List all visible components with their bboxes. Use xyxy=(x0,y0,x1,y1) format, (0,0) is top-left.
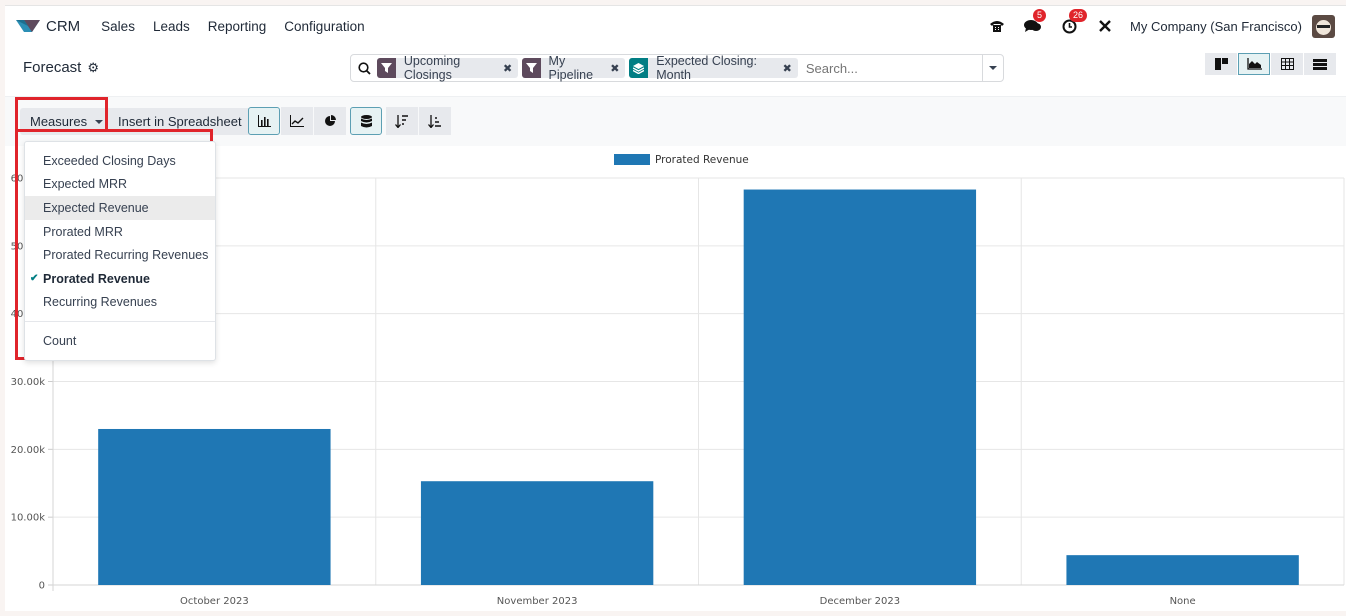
remove-facet-icon[interactable]: ✖ xyxy=(503,62,518,75)
app-name[interactable]: CRM xyxy=(46,18,80,35)
chart-type-group xyxy=(248,107,346,135)
caret-down-icon xyxy=(988,66,997,70)
facet-expected-closing: Expected Closing: Month ✖ xyxy=(629,54,798,82)
x-tick-label: None xyxy=(1170,596,1196,607)
view-list-button[interactable] xyxy=(1304,53,1336,75)
bar-october-2023[interactable] xyxy=(98,428,331,585)
measures-dropdown: Exceeded Closing Days Expected MRR Expecte… xyxy=(24,141,216,361)
measure-prorated-mrr[interactable]: Prorated MRR xyxy=(25,220,215,244)
y-tick-label: 30.00k xyxy=(11,377,46,388)
x-tick-label: October 2023 xyxy=(180,596,249,607)
bar-chart-button[interactable] xyxy=(248,107,280,135)
facet-label: Upcoming Closings xyxy=(403,54,461,82)
measure-label: Exceeded Closing Days xyxy=(43,153,176,168)
facet-upcoming-closings: Upcoming Closings ✖ xyxy=(377,54,519,82)
sort-ascending-button[interactable] xyxy=(419,107,451,135)
stack-group xyxy=(350,107,382,135)
bar-none[interactable] xyxy=(1066,555,1299,585)
page-title: Forecast xyxy=(23,59,82,76)
measure-prorated-revenue[interactable]: ✔ Prorated Revenue xyxy=(25,267,215,291)
legend-swatch[interactable] xyxy=(614,154,650,165)
area-chart-icon xyxy=(1246,58,1262,70)
bar-chart-icon xyxy=(257,115,271,127)
stacked-toggle-button[interactable] xyxy=(350,107,382,135)
measure-expected-mrr[interactable]: Expected MRR xyxy=(25,173,215,197)
remove-facet-icon[interactable]: ✖ xyxy=(610,62,625,75)
measure-label: Recurring Revenues xyxy=(43,295,157,310)
measure-exceeded-closing-days[interactable]: Exceeded Closing Days xyxy=(25,149,215,173)
clock-icon[interactable]: 26 xyxy=(1058,9,1088,37)
phone-icon[interactable] xyxy=(986,15,1008,37)
search-bar[interactable]: Upcoming Closings ✖ My Pipeline ✖ Expect… xyxy=(350,54,1004,82)
menu-sales[interactable]: Sales xyxy=(101,19,135,34)
measure-recurring-revenues[interactable]: Recurring Revenues xyxy=(25,291,215,315)
app-window: CRM Sales Leads Reporting Configuration … xyxy=(5,5,1346,611)
menu-configuration[interactable]: Configuration xyxy=(284,19,364,34)
y-tick-label: 20.00k xyxy=(11,445,46,456)
breadcrumb: Forecast ⚙ xyxy=(23,59,99,76)
sort-descending-button[interactable] xyxy=(386,107,418,135)
list-icon xyxy=(1313,58,1327,70)
tools-icon[interactable] xyxy=(1094,15,1116,37)
measure-expected-revenue[interactable]: Expected Revenue xyxy=(25,196,215,220)
x-tick-label: December 2023 xyxy=(820,596,900,607)
insert-in-spreadsheet-button[interactable]: Insert in Spreadsheet xyxy=(109,108,251,135)
gear-icon[interactable]: ⚙ xyxy=(87,60,99,76)
graph-toolbar: Measures Insert in Spreadsheet xyxy=(5,96,1346,146)
facet-label: My Pipeline xyxy=(548,54,594,82)
menu-reporting[interactable]: Reporting xyxy=(208,19,267,34)
sort-ascending-icon xyxy=(428,114,441,128)
view-kanban-button[interactable] xyxy=(1205,53,1237,75)
remove-facet-icon[interactable]: ✖ xyxy=(783,62,798,75)
layers-icon xyxy=(629,58,649,78)
measure-label: Prorated Recurring Revenues xyxy=(43,248,209,263)
activities-badge: 26 xyxy=(1069,9,1088,22)
legend-label: Prorated Revenue xyxy=(655,154,749,166)
bar-december-2023[interactable] xyxy=(743,189,977,585)
measure-prorated-recurring-revenues[interactable]: Prorated Recurring Revenues xyxy=(25,243,215,267)
messages-badge: 5 xyxy=(1033,9,1047,22)
kanban-icon xyxy=(1214,58,1228,70)
table-icon xyxy=(1280,58,1294,70)
measure-label: Count xyxy=(43,333,77,348)
user-avatar[interactable] xyxy=(1312,14,1335,38)
line-chart-button[interactable] xyxy=(281,107,313,135)
search-options-toggle[interactable] xyxy=(981,55,1003,81)
caret-down-icon xyxy=(95,119,104,124)
search-icon[interactable] xyxy=(351,61,377,75)
filter-icon xyxy=(377,58,396,78)
line-chart-icon xyxy=(290,115,304,127)
database-icon xyxy=(360,114,372,127)
systray: 5 26 My Company (San Francisco) xyxy=(986,6,1346,46)
measure-label: Expected MRR xyxy=(43,177,128,192)
bar-november-2023[interactable] xyxy=(420,481,654,585)
search-input[interactable] xyxy=(801,60,982,76)
view-pivot-button[interactable] xyxy=(1271,53,1303,75)
measure-count[interactable]: Count xyxy=(25,329,215,353)
check-icon: ✔ xyxy=(30,273,39,285)
view-graph-button[interactable] xyxy=(1238,53,1270,75)
facet-label: Expected Closing: Month xyxy=(656,54,757,82)
measures-button[interactable]: Measures xyxy=(20,108,114,135)
crm-logo-icon[interactable] xyxy=(16,18,40,34)
view-switcher xyxy=(1205,53,1336,75)
facet-my-pipeline: My Pipeline ✖ xyxy=(522,54,626,82)
measure-label: Prorated MRR xyxy=(43,224,123,239)
y-tick-label: 10.00k xyxy=(11,513,46,524)
sort-group xyxy=(386,107,451,135)
pie-chart-button[interactable] xyxy=(314,107,346,135)
measure-label: Expected Revenue xyxy=(43,200,149,215)
sort-descending-icon xyxy=(395,114,408,128)
measures-label: Measures xyxy=(30,114,88,129)
chat-icon[interactable]: 5 xyxy=(1022,9,1047,37)
company-switcher[interactable]: My Company (San Francisco) xyxy=(1130,19,1302,34)
x-tick-label: November 2023 xyxy=(497,596,578,607)
dropdown-divider xyxy=(25,321,215,323)
measure-label: Prorated Revenue xyxy=(43,271,150,286)
top-navbar: CRM Sales Leads Reporting Configuration … xyxy=(5,6,1346,46)
y-tick-label: 0 xyxy=(39,581,45,592)
pie-chart-icon xyxy=(325,115,336,126)
menu-leads[interactable]: Leads xyxy=(153,19,190,34)
filter-icon xyxy=(522,58,541,78)
